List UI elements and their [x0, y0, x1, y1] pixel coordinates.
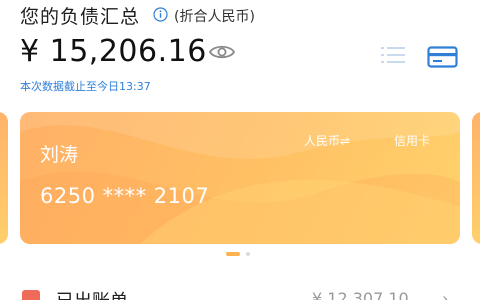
credit-card[interactable]: 刘涛 6250 **** 2107 人民币⇌ 信用卡: [20, 112, 460, 244]
card-icon[interactable]: [427, 46, 458, 68]
carousel-indicator: [226, 252, 266, 258]
card-number: 6250 **** 2107: [40, 184, 210, 208]
card-peek-right[interactable]: [472, 112, 480, 244]
bill-icon: [22, 290, 40, 300]
bill-row-label[interactable]: 已出账单: [56, 287, 128, 300]
list-icon[interactable]: [380, 44, 406, 66]
card-peek-left[interactable]: [0, 112, 8, 244]
info-icon[interactable]: [153, 7, 168, 22]
total-debt-amount: ¥ 15,206.16: [20, 34, 207, 69]
debt-summary-screen: 您的负债汇总 (折合人民币) ¥ 15,206.16 本次数据截止至今日13:3…: [0, 0, 480, 300]
card-type-label: 信用卡: [394, 134, 431, 148]
carousel-dot: [246, 252, 250, 256]
currency-note: (折合人民币): [174, 9, 255, 25]
currency-switch[interactable]: 人民币⇌: [304, 132, 350, 149]
page-title: 您的负债汇总: [20, 6, 141, 28]
chevron-right-icon[interactable]: ›: [442, 289, 448, 300]
eye-icon[interactable]: [208, 42, 236, 62]
bill-row-amount: ¥ 12,307.10: [312, 289, 409, 300]
data-timestamp: 本次数据截止至今日13:37: [20, 80, 151, 93]
card-holder-name: 刘涛: [40, 144, 79, 166]
carousel-dot-active: [226, 252, 240, 256]
